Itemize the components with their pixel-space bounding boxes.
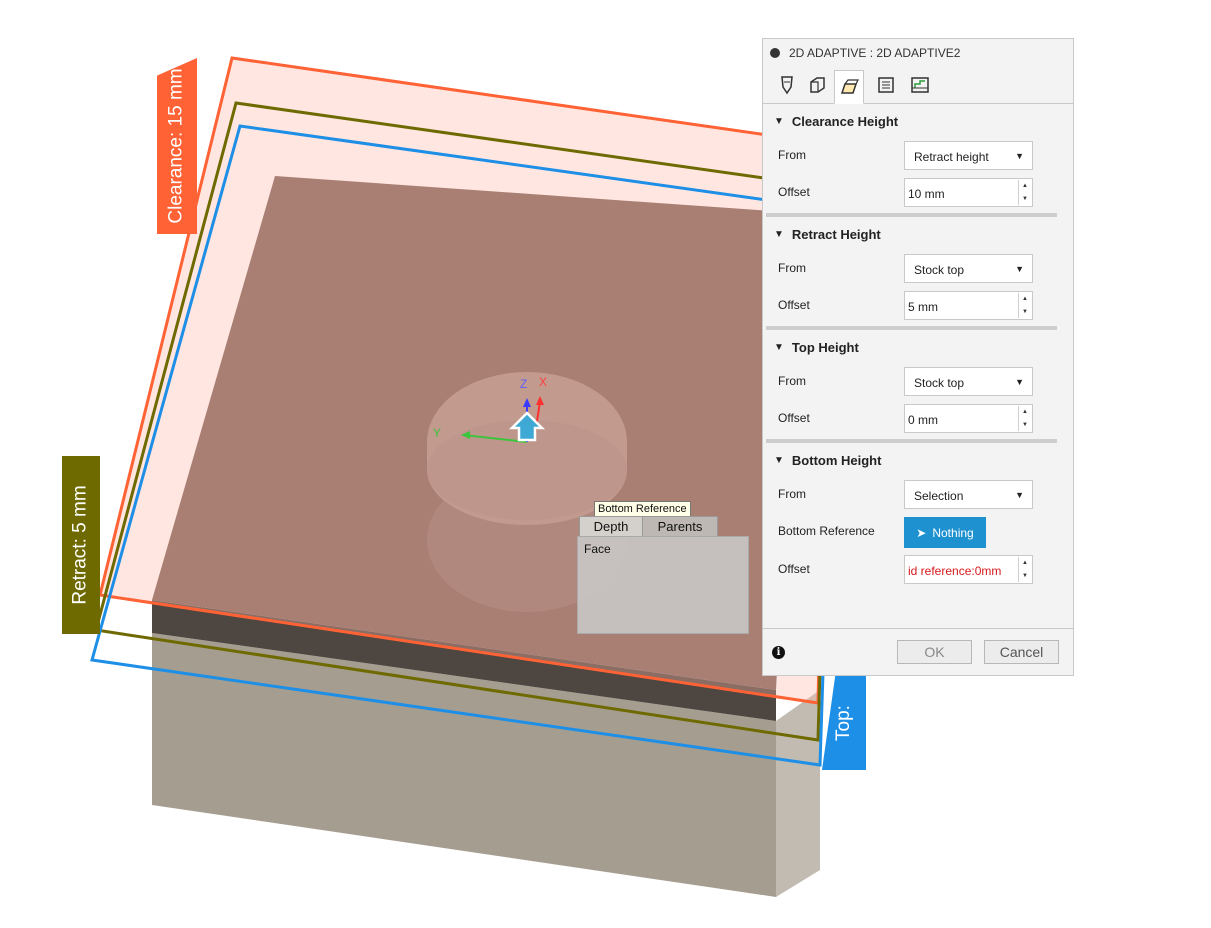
input-value: id reference:0mm xyxy=(908,564,1002,578)
bottom-height-header[interactable]: ▼ Bottom Height xyxy=(763,449,1073,471)
select-value: Stock top xyxy=(914,376,965,390)
list-item[interactable]: Face xyxy=(578,537,748,556)
operation-dialog[interactable]: 2D ADAPTIVE : 2D ADAPTIVE2 ▼ Clearance H… xyxy=(762,38,1074,676)
spin-up-icon[interactable]: ▲ xyxy=(1019,557,1031,570)
collapse-triangle-icon: ▼ xyxy=(774,228,784,240)
top-offset-label: Offset xyxy=(778,411,810,425)
tab-heights[interactable] xyxy=(834,70,864,104)
passes-icon xyxy=(878,77,894,93)
section-title: Clearance Height xyxy=(791,113,899,129)
stock-right-face xyxy=(776,690,820,897)
clearance-from-label: From xyxy=(778,148,806,162)
collapse-dot-icon[interactable] xyxy=(770,48,780,58)
spin-down-icon[interactable]: ▼ xyxy=(1019,193,1031,206)
triad-x-label: X xyxy=(539,375,547,389)
ok-button[interactable]: OK xyxy=(897,640,972,664)
selection-popup[interactable]: Bottom Reference Depth Parents Face xyxy=(576,501,750,635)
top-from-label: From xyxy=(778,374,806,388)
tool-icon xyxy=(781,76,793,95)
input-value: 10 mm xyxy=(908,187,945,201)
clearance-from-select[interactable]: Retract height ▼ xyxy=(904,141,1033,170)
section-title: Top Height xyxy=(791,339,859,355)
retract-height-label[interactable]: Retract: 5 mm xyxy=(62,456,100,634)
collapse-triangle-icon: ▼ xyxy=(774,341,784,353)
input-value: 5 mm xyxy=(908,300,938,314)
spin-down-icon[interactable]: ▼ xyxy=(1019,306,1031,319)
cancel-button[interactable]: Cancel xyxy=(984,640,1059,664)
collapse-triangle-icon: ▼ xyxy=(774,454,784,466)
dialog-tabs xyxy=(763,67,1073,104)
bottom-offset-label: Offset xyxy=(778,562,810,576)
bottom-reference-select-button[interactable]: ➤ Nothing xyxy=(904,517,986,548)
button-label: Nothing xyxy=(932,525,974,540)
tab-tool[interactable] xyxy=(772,70,802,100)
heights-icon xyxy=(840,79,859,94)
clearance-offset-label: Offset xyxy=(778,185,810,199)
retract-height-header[interactable]: ▼ Retract Height xyxy=(763,223,1073,245)
tab-parents[interactable]: Parents xyxy=(642,516,718,537)
linking-icon xyxy=(911,77,929,93)
geometry-icon xyxy=(810,77,825,93)
info-icon[interactable]: i xyxy=(772,646,785,659)
section-title: Bottom Height xyxy=(791,452,882,468)
select-value: Selection xyxy=(914,489,964,503)
cursor-arrow-icon: ➤ xyxy=(916,525,927,540)
chevron-down-icon: ▼ xyxy=(1015,151,1024,161)
retract-from-select[interactable]: Stock top ▼ xyxy=(904,254,1033,283)
divider xyxy=(766,213,1057,217)
tab-passes[interactable] xyxy=(871,70,901,100)
chevron-down-icon: ▼ xyxy=(1015,264,1024,274)
divider xyxy=(766,326,1057,330)
clearance-height-header[interactable]: ▼ Clearance Height xyxy=(763,110,1073,132)
spin-up-icon[interactable]: ▲ xyxy=(1019,406,1031,419)
top-from-select[interactable]: Stock top ▼ xyxy=(904,367,1033,396)
dialog-footer: i OK Cancel xyxy=(763,628,1073,675)
bottom-offset-input[interactable]: id reference:0mm ▲ ▼ xyxy=(904,555,1033,584)
select-value: Retract height xyxy=(914,150,989,164)
dialog-title: 2D ADAPTIVE : 2D ADAPTIVE2 xyxy=(789,46,961,60)
spin-up-icon[interactable]: ▲ xyxy=(1019,293,1031,306)
spin-down-icon[interactable]: ▼ xyxy=(1019,419,1031,432)
retract-offset-label: Offset xyxy=(778,298,810,312)
chevron-down-icon: ▼ xyxy=(1015,490,1024,500)
spin-down-icon[interactable]: ▼ xyxy=(1019,570,1031,583)
clearance-offset-input[interactable]: 10 mm ▲ ▼ xyxy=(904,178,1033,207)
input-value: 0 mm xyxy=(908,413,938,427)
dialog-titlebar[interactable]: 2D ADAPTIVE : 2D ADAPTIVE2 xyxy=(763,39,1073,67)
section-title: Retract Height xyxy=(791,226,881,242)
bottom-from-select[interactable]: Selection ▼ xyxy=(904,480,1033,509)
triad-z-label: Z xyxy=(520,377,527,391)
top-offset-input[interactable]: 0 mm ▲ ▼ xyxy=(904,404,1033,433)
selection-list[interactable]: Face xyxy=(577,536,749,634)
clearance-height-label[interactable]: Clearance: 15 mm xyxy=(157,58,197,234)
tab-linking[interactable] xyxy=(905,70,935,100)
bottom-reference-label: Bottom Reference xyxy=(778,524,875,538)
retract-offset-input[interactable]: 5 mm ▲ ▼ xyxy=(904,291,1033,320)
retract-from-label: From xyxy=(778,261,806,275)
select-value: Stock top xyxy=(914,263,965,277)
triad-y-label: Y xyxy=(433,426,441,440)
spin-up-icon[interactable]: ▲ xyxy=(1019,180,1031,193)
divider xyxy=(766,439,1057,443)
chevron-down-icon: ▼ xyxy=(1015,377,1024,387)
tab-depth[interactable]: Depth xyxy=(579,516,643,537)
collapse-triangle-icon: ▼ xyxy=(774,115,784,127)
tab-geometry[interactable] xyxy=(802,70,832,100)
top-height-header[interactable]: ▼ Top Height xyxy=(763,336,1073,358)
bottom-from-label: From xyxy=(778,487,806,501)
